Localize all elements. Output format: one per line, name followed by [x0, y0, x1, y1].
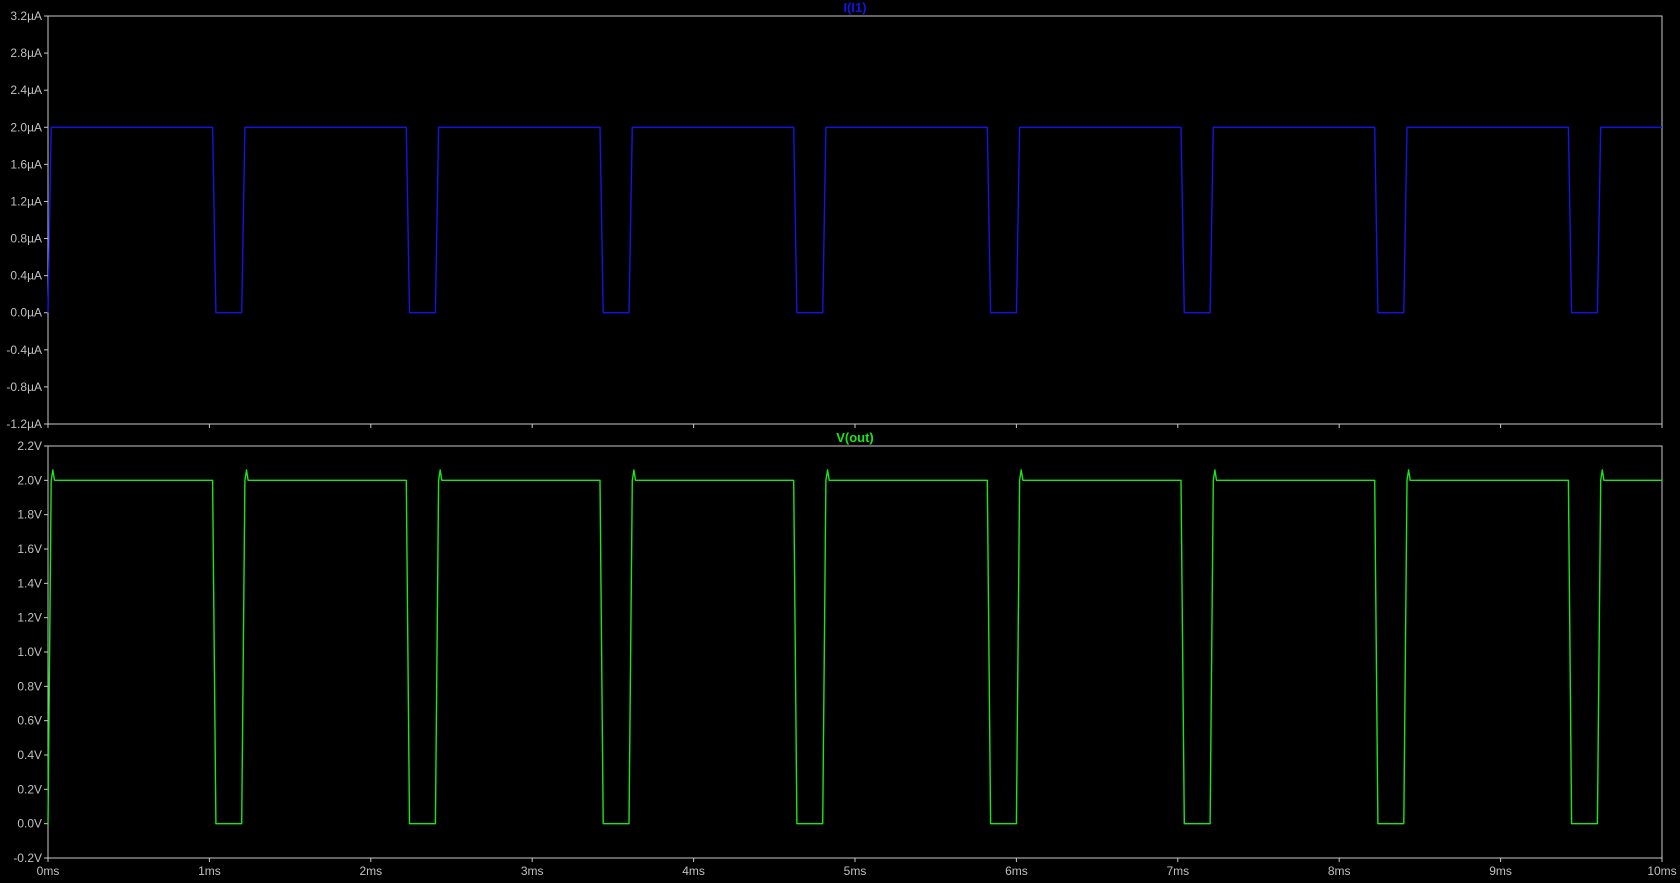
- y-tick-label: 1.6µA: [10, 157, 42, 171]
- x-tick-label: 5ms: [844, 864, 867, 878]
- y-tick-label: 0.0µA: [10, 306, 42, 320]
- y-tick-label: 1.8V: [17, 508, 42, 522]
- x-tick-label: 6ms: [1005, 864, 1028, 878]
- x-tick-label: 3ms: [521, 864, 544, 878]
- x-tick-label: 9ms: [1489, 864, 1512, 878]
- y-tick-label: 1.2µA: [10, 194, 42, 208]
- y-tick-label: 0.8µA: [10, 232, 42, 246]
- y-tick-label: 2.0µA: [10, 120, 42, 134]
- x-tick-label: 7ms: [1166, 864, 1189, 878]
- y-tick-label: 0.4V: [17, 748, 42, 762]
- x-tick-label: 2ms: [359, 864, 382, 878]
- y-tick-label: -0.4µA: [6, 343, 42, 357]
- y-tick-label: -0.2V: [13, 851, 42, 865]
- y-tick-label: 1.2V: [17, 611, 42, 625]
- trace-title[interactable]: I(I1): [843, 0, 866, 15]
- y-tick-label: 0.8V: [17, 679, 42, 693]
- y-tick-label: 1.4V: [17, 576, 42, 590]
- y-tick-label: 3.2µA: [10, 9, 42, 23]
- y-tick-label: 2.8µA: [10, 46, 42, 60]
- y-tick-label: 1.0V: [17, 645, 42, 659]
- y-tick-label: 2.4µA: [10, 83, 42, 97]
- x-tick-label: 4ms: [682, 864, 705, 878]
- y-tick-label: 0.0V: [17, 817, 42, 831]
- y-tick-label: 1.6V: [17, 542, 42, 556]
- y-tick-label: 2.2V: [17, 439, 42, 453]
- waveform-viewer: I(I1) -1.2µA -0.8µA -0.4µA 0.0µA 0.4µA 0.8µA 1.…: [0, 0, 1680, 883]
- x-tick-label: 10ms: [1647, 864, 1676, 878]
- y-tick-label: 0.6V: [17, 714, 42, 728]
- x-tick-label: 1ms: [198, 864, 221, 878]
- x-tick-label: 8ms: [1328, 864, 1351, 878]
- y-tick-label: 0.2V: [17, 782, 42, 796]
- y-tick-label: -1.2µA: [6, 417, 42, 431]
- x-tick-label: 0ms: [37, 864, 60, 878]
- y-tick-label: -0.8µA: [6, 380, 42, 394]
- y-tick-label: 0.4µA: [10, 269, 42, 283]
- trace-title[interactable]: V(out): [836, 430, 874, 445]
- y-tick-label: 2.0V: [17, 473, 42, 487]
